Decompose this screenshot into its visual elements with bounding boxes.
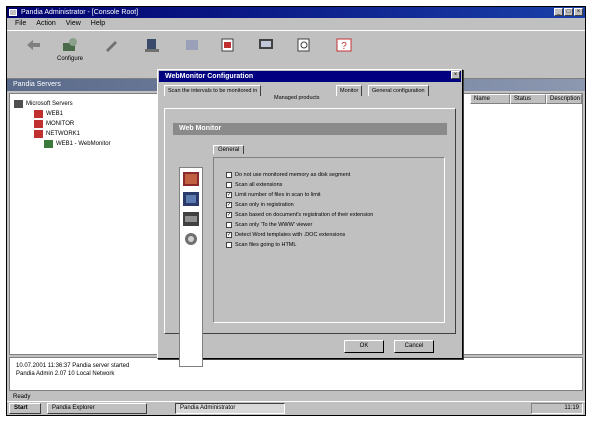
toolbar-configure-button[interactable]: Configure (55, 35, 85, 75)
options-group: Do not use monitored memory as disk segm… (213, 157, 445, 323)
svg-text:?: ? (341, 41, 347, 52)
checkbox[interactable] (226, 242, 232, 248)
title-bar: Pandia Administrator - [Console Root] _ … (7, 7, 585, 18)
main-window: Pandia Administrator - [Console Root] _ … (6, 6, 586, 416)
option-row[interactable]: ✓ Limit number of files in scan to limit (226, 192, 321, 198)
clock: 11:19 (564, 405, 579, 411)
column-header-description[interactable]: Description (546, 94, 582, 104)
dialog-title: WebMonitor Configuration (159, 71, 461, 82)
taskbar-item-administrator[interactable]: Pandia Administrator (175, 403, 285, 414)
option-row[interactable]: ✓ Scan based on document's registration o… (226, 212, 373, 218)
dialog-tabs: Scan the intervals to be monitored in Mo… (164, 85, 456, 109)
log-line: 10.07.2001 11:36:37 Pandia server starte… (16, 363, 130, 369)
cancel-button[interactable]: Cancel (394, 340, 434, 353)
refresh-icon (186, 40, 198, 50)
menu-file[interactable]: File (15, 18, 26, 29)
app-icon (9, 9, 17, 16)
computer-icon (14, 100, 23, 108)
configure-icon (63, 38, 77, 51)
search-icon (297, 38, 310, 52)
back-icon (27, 40, 40, 50)
dialog-body: Web Monitor General Do not use monitored… (164, 108, 456, 367)
toolbar-tools-button[interactable] (97, 35, 127, 75)
globe-icon[interactable] (183, 232, 199, 246)
toolbar-configure-label: Configure (56, 56, 83, 62)
properties-icon (221, 38, 234, 52)
section-header: Web Monitor (173, 123, 447, 135)
log-pane: 10.07.2001 11:36:37 Pandia server starte… (9, 357, 583, 391)
tab-general[interactable]: General (213, 145, 245, 154)
checkbox[interactable] (226, 222, 232, 228)
server-node-icon (34, 120, 43, 128)
checkbox[interactable]: ✓ (226, 232, 232, 238)
tab-scan-intervals[interactable]: Scan the intervals to be monitored in (164, 85, 262, 96)
system-tray: 11:19 (531, 403, 583, 414)
option-row[interactable]: ✓ Detect Word templates with .DOC extensi… (226, 232, 345, 238)
maximize-button[interactable]: □ (564, 8, 573, 16)
taskbar: Start Pandia Explorer Pandia Administrat… (7, 401, 585, 415)
minimize-button[interactable]: _ (554, 8, 563, 16)
category-icon[interactable] (183, 212, 199, 226)
option-row[interactable]: Scan all extensions (226, 182, 282, 188)
tab-monitor[interactable]: Monitor (336, 85, 363, 96)
server-tree[interactable]: Microsoft Servers WEB1 MONITOR NETWORK1 … (9, 93, 179, 355)
option-row[interactable]: Scan only 'To the WWW' viewer (226, 222, 312, 228)
tree-item-web1[interactable]: WEB1 (34, 110, 63, 118)
server-icon (145, 39, 159, 52)
category-icon-strip (179, 167, 203, 367)
monitor-icon (259, 39, 273, 49)
tab-managed-products[interactable]: Managed products (274, 94, 320, 102)
menu-help[interactable]: Help (91, 18, 105, 29)
checkbox[interactable]: ✓ (226, 202, 232, 208)
checkbox[interactable] (226, 182, 232, 188)
taskbar-item-explorer[interactable]: Pandia Explorer (47, 403, 147, 414)
tools-icon (106, 41, 117, 52)
server-node-icon (34, 110, 43, 118)
dialog-close-button[interactable]: × (451, 71, 460, 79)
menu-action[interactable]: Action (36, 18, 55, 29)
category-icon[interactable] (183, 192, 199, 206)
menu-bar: File Action View Help (7, 18, 585, 29)
close-button[interactable]: × (574, 8, 583, 16)
window-title: Pandia Administrator - [Console Root] (21, 9, 139, 16)
log-line: Pandia Admin 2.07 10 Local Network (16, 371, 115, 377)
checkbox[interactable]: ✓ (226, 212, 232, 218)
column-header-status[interactable]: Status (510, 94, 546, 104)
toolbar-back-button[interactable] (19, 35, 49, 75)
checkbox[interactable] (226, 172, 232, 178)
monitor-node-icon (44, 140, 53, 148)
column-header-name[interactable]: Name (470, 94, 510, 104)
start-button[interactable]: Start (9, 403, 41, 414)
tree-item-webmonitor[interactable]: WEB1 - WebMonitor (44, 140, 111, 148)
tree-item-monitor[interactable]: MONITOR (34, 120, 74, 128)
menu-view[interactable]: View (66, 18, 81, 29)
checkbox[interactable]: ✓ (226, 192, 232, 198)
tab-general-configuration[interactable]: General configuration (368, 85, 429, 96)
ok-button[interactable]: OK (344, 340, 384, 353)
status-bar: Ready (13, 394, 31, 400)
webmonitor-config-dialog: WebMonitor Configuration × Scan the inte… (157, 69, 463, 367)
tree-item-network1[interactable]: NETWORK1 (34, 130, 80, 138)
option-row[interactable]: Do not use monitored memory as disk segm… (226, 172, 350, 178)
option-row[interactable]: Scan files going to HTML (226, 242, 296, 248)
option-row[interactable]: ✓ Scan only in registration (226, 202, 294, 208)
category-icon[interactable] (183, 172, 199, 186)
help-icon: ? (336, 38, 352, 52)
server-node-icon (34, 130, 43, 138)
tree-item-root[interactable]: Microsoft Servers (14, 100, 73, 108)
